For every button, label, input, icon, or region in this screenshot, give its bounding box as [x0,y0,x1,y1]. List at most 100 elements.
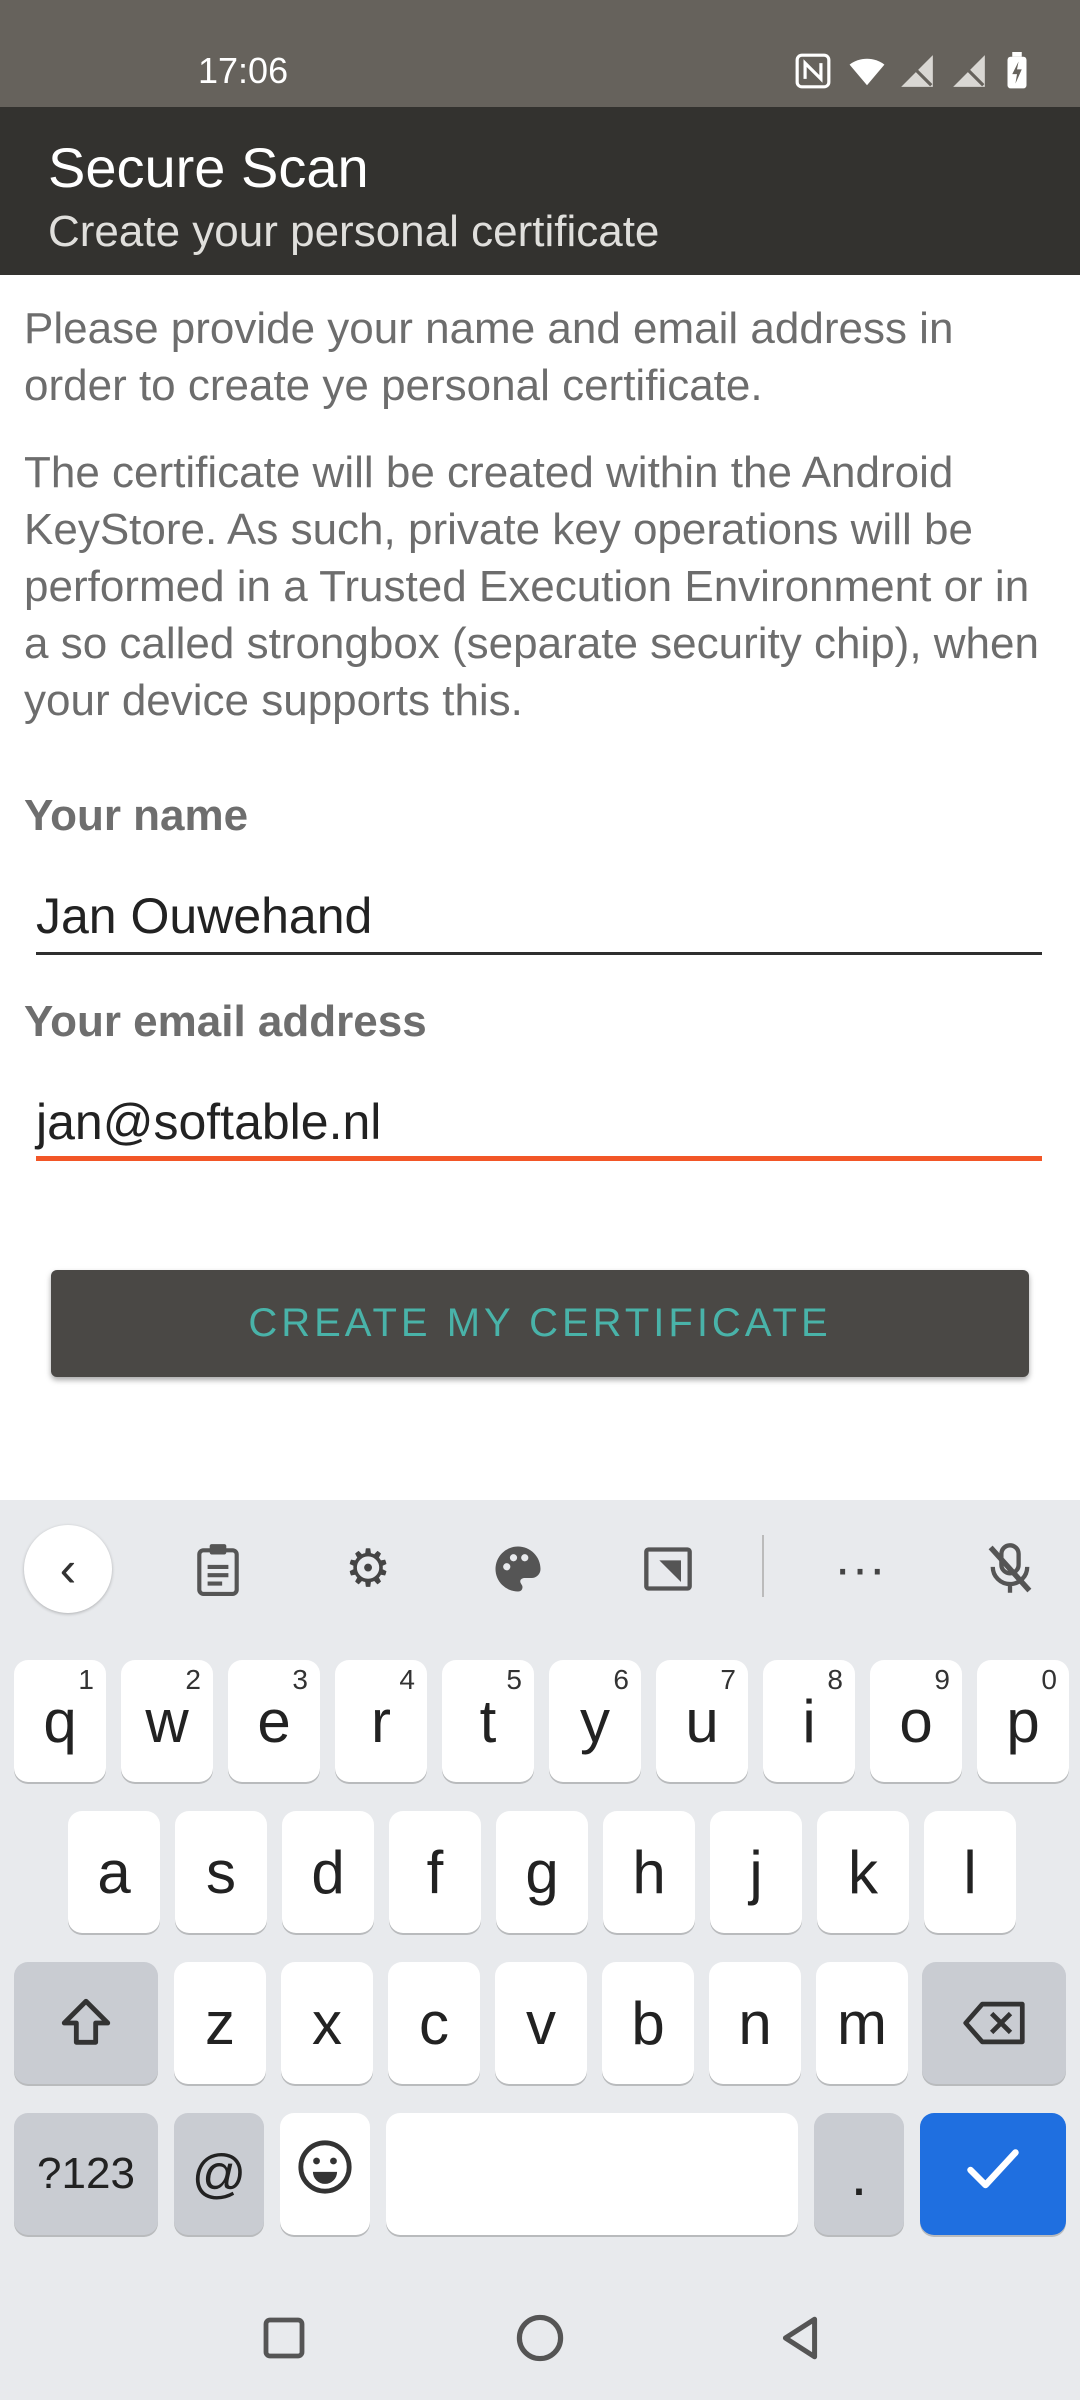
key-i[interactable]: i8 [763,1660,855,1782]
more-icon[interactable]: ··· [816,1525,904,1613]
key-o-label: o [899,1687,933,1755]
key-w-label: w [145,1687,189,1755]
email-field[interactable]: jan@softable.nl [36,1071,1042,1161]
key-i-hint: 8 [827,1664,843,1695]
key-z-label: z [205,1989,235,2057]
key-u[interactable]: u7 [656,1660,748,1782]
key-p[interactable]: p0 [977,1660,1069,1782]
emoji-key[interactable] [280,2113,370,2235]
key-d-label: d [311,1838,345,1906]
resize-icon[interactable] [624,1525,712,1613]
key-n-label: n [738,1989,772,2057]
shift-key[interactable] [14,1962,158,2084]
chevron-left-icon[interactable]: ‹ [24,1525,112,1613]
toolbar-divider [762,1535,764,1597]
keyboard-toolbar: ‹ ⚙ ··· [0,1500,1080,1630]
key-h-label: h [632,1838,666,1906]
key-c-label: c [419,1989,449,2057]
key-c[interactable]: c [388,1962,480,2084]
recents-icon[interactable] [256,2310,312,2366]
key-p-label: p [1006,1687,1040,1755]
key-s[interactable]: s [175,1811,267,1933]
key-w-hint: 2 [185,1664,201,1695]
name-label: Your name [24,791,249,840]
certificate-form: Please provide your name and email addre… [24,300,1054,1161]
key-g-label: g [525,1838,559,1906]
key-b-label: b [631,1989,665,2057]
key-z[interactable]: z [174,1962,266,2084]
key-m-label: m [837,1989,887,2057]
keyboard: ‹ ⚙ ··· ?123 @ . q1w2e3r4t5 y 6 u 7 i 8 … [0,1500,1080,2400]
key-u-hint: 7 [720,1664,736,1695]
key-l-label: l [963,1838,977,1906]
key-t-hint: 5 [506,1664,522,1695]
wifi-icon [846,52,885,90]
enter-key[interactable] [920,2113,1066,2235]
back-icon[interactable] [772,2310,828,2366]
space-key[interactable] [386,2113,798,2235]
key-w[interactable]: w2 [121,1660,213,1782]
intro-text: Please provide your name and email addre… [24,304,954,410]
key-s-label: s [206,1838,236,1906]
status-icons [794,52,1040,90]
email-label: Your email address [24,997,427,1046]
nfc-icon [794,52,832,90]
create-certificate-button[interactable]: CREATE MY CERTIFICATE [51,1270,1029,1377]
key-a-label: a [97,1838,131,1906]
emoji-icon [296,2138,354,2210]
symbols-key[interactable]: ?123 [14,2113,158,2235]
key-l[interactable]: l [924,1811,1016,1933]
mic-off-icon[interactable] [966,1525,1054,1613]
battery-icon [1002,52,1040,90]
key-e-hint: 3 [292,1664,308,1695]
key-d[interactable]: d [282,1811,374,1933]
key-r-hint: 4 [399,1664,415,1695]
key-y[interactable]: y6 [549,1660,641,1782]
key-t-label: t [479,1687,497,1755]
gear-icon[interactable]: ⚙ [324,1525,412,1613]
details-text: The certificate will be created within t… [24,448,1039,725]
app-title: Secure Scan [48,136,369,199]
key-y-label: y [580,1687,610,1755]
key-m[interactable]: m [816,1962,908,2084]
key-f[interactable]: f [389,1811,481,1933]
key-v[interactable]: v [495,1962,587,2084]
name-field[interactable]: Jan Ouwehand [36,865,1042,955]
navigation-bar [0,2270,1080,2400]
key-t[interactable]: t5 [442,1660,534,1782]
key-r[interactable]: r4 [335,1660,427,1782]
key-k-label: k [848,1838,878,1906]
key-x-label: x [312,1989,342,2057]
key-h[interactable]: h [603,1811,695,1933]
key-o[interactable]: o9 [870,1660,962,1782]
key-x[interactable]: x [281,1962,373,2084]
key-q-hint: 1 [78,1664,94,1695]
key-v-label: v [526,1989,556,2057]
signal-icon [898,52,936,90]
key-i-label: i [802,1687,816,1755]
key-n[interactable]: n [709,1962,801,2084]
key-q[interactable]: q1 [14,1660,106,1782]
key-o-hint: 9 [934,1664,950,1695]
key-j-label: j [749,1838,763,1906]
app-bar: Secure Scan Create your personal certifi… [0,107,1080,275]
at-key[interactable]: @ [174,2113,264,2235]
key-e[interactable]: e3 [228,1660,320,1782]
period-key[interactable]: . [814,2113,904,2235]
key-b[interactable]: b [602,1962,694,2084]
palette-icon[interactable] [474,1525,562,1613]
key-y-hint: 6 [613,1664,629,1695]
backspace-key[interactable] [922,1962,1066,2084]
status-bar: 17:06 [0,0,1080,107]
key-k[interactable]: k [817,1811,909,1933]
key-g[interactable]: g [496,1811,588,1933]
key-j[interactable]: j [710,1811,802,1933]
key-u-label: u [685,1687,719,1755]
key-p-hint: 0 [1041,1664,1057,1695]
key-f-label: f [426,1838,444,1906]
clipboard-icon[interactable] [174,1525,262,1613]
app-subtitle: Create your personal certificate [48,207,660,256]
status-time: 17:06 [198,50,289,91]
home-icon[interactable] [512,2310,568,2366]
key-a[interactable]: a [68,1811,160,1933]
